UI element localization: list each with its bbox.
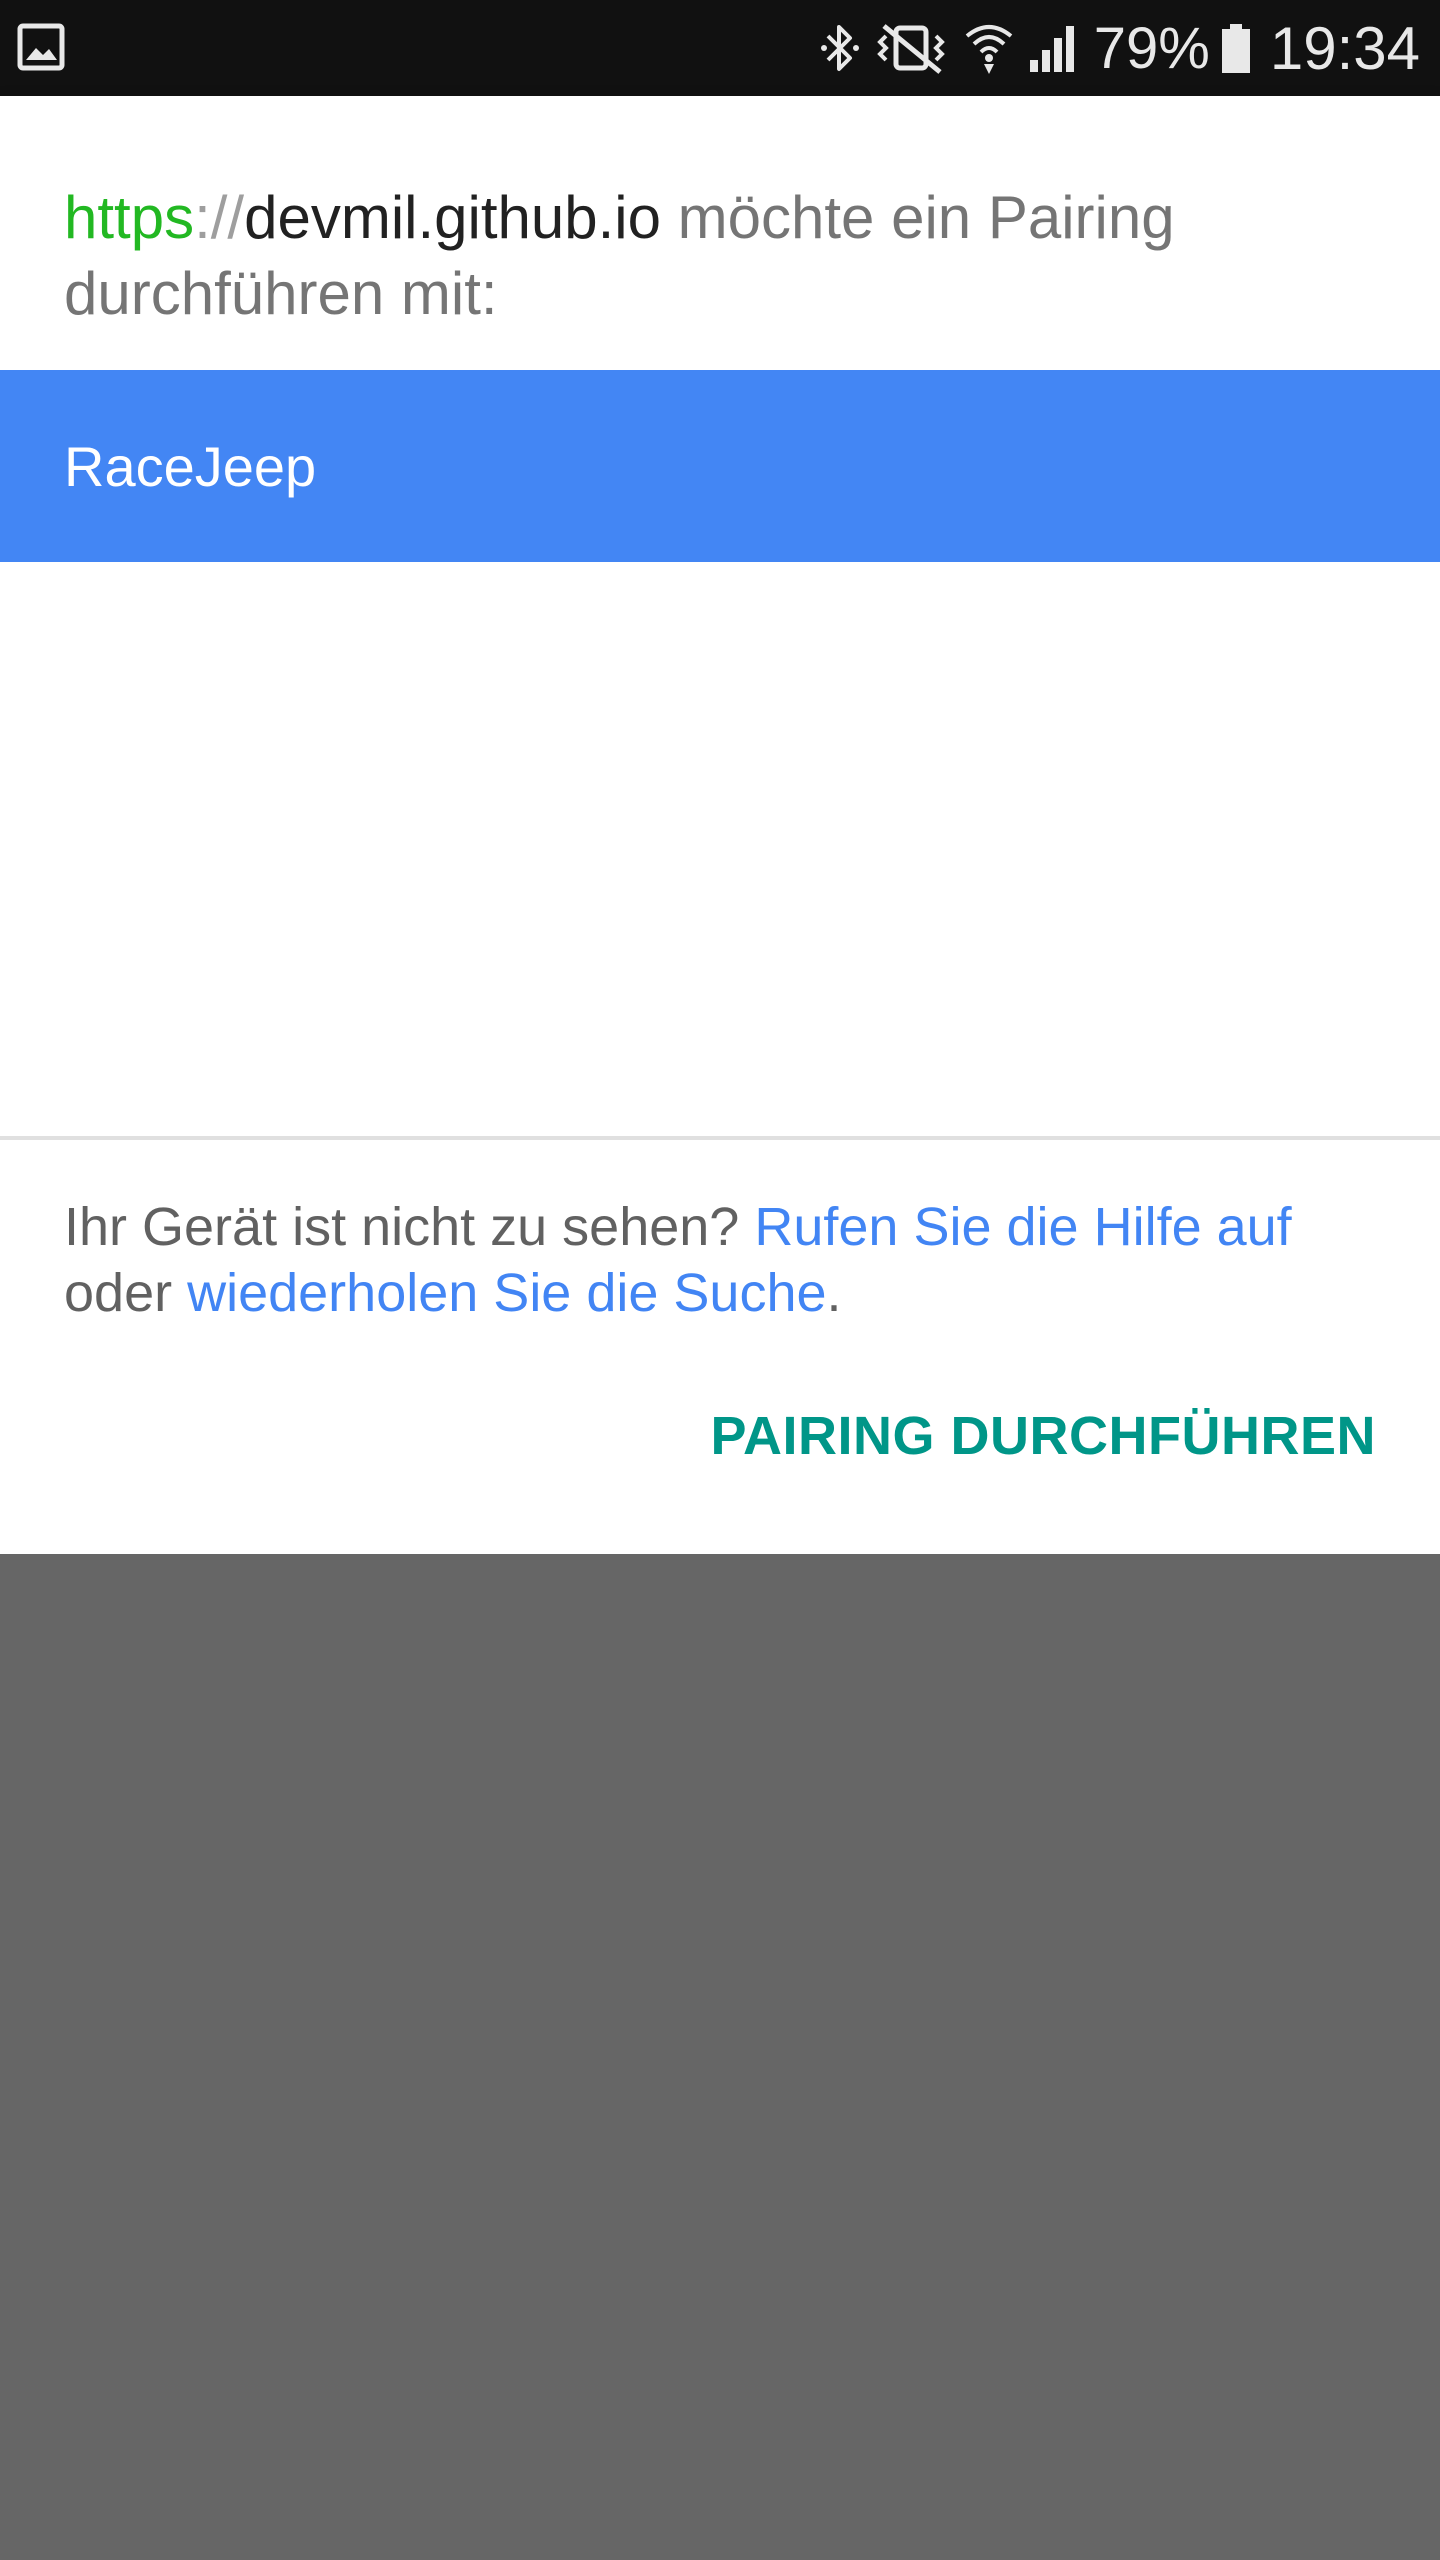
status-bar: 79% 19:34	[0, 0, 1440, 96]
device-item-racejeep[interactable]: RaceJeep	[0, 370, 1440, 562]
divider	[0, 1136, 1440, 1140]
battery-icon	[1220, 20, 1252, 76]
help-suffix: .	[826, 1263, 842, 1323]
gallery-icon	[16, 22, 66, 72]
url-host: devmil.github.io	[244, 184, 661, 251]
clock: 19:34	[1269, 14, 1420, 82]
device-list: RaceJeep	[0, 370, 1440, 1140]
device-name: RaceJeep	[64, 434, 317, 498]
help-text: Ihr Gerät ist nicht zu sehen? Rufen Sie …	[64, 1194, 1394, 1326]
pair-button[interactable]: PAIRING DURCHFÜHREN	[711, 1396, 1377, 1476]
status-icons: 79% 19:34	[820, 0, 1420, 96]
bluetooth-icon	[820, 20, 860, 76]
help-prefix: Ihr Gerät ist nicht zu sehen?	[64, 1197, 755, 1257]
help-link[interactable]: Rufen Sie die Hilfe auf	[754, 1197, 1291, 1257]
vibrate-mute-icon	[874, 20, 950, 76]
wifi-icon	[964, 20, 1014, 76]
bluetooth-pairing-dialog: https://devmil.github.io möchte ein Pair…	[0, 96, 1440, 1554]
retry-search-link[interactable]: wiederholen Sie die Suche	[187, 1263, 826, 1323]
help-middle: oder	[64, 1263, 188, 1323]
signal-icon	[1028, 20, 1080, 76]
dialog-title: https://devmil.github.io möchte ein Pair…	[64, 180, 1394, 332]
battery-percent: 79%	[1093, 15, 1210, 81]
background-scrim[interactable]	[0, 1554, 1440, 2560]
url-scheme: https	[64, 184, 195, 251]
url-separator: ://	[194, 184, 245, 251]
